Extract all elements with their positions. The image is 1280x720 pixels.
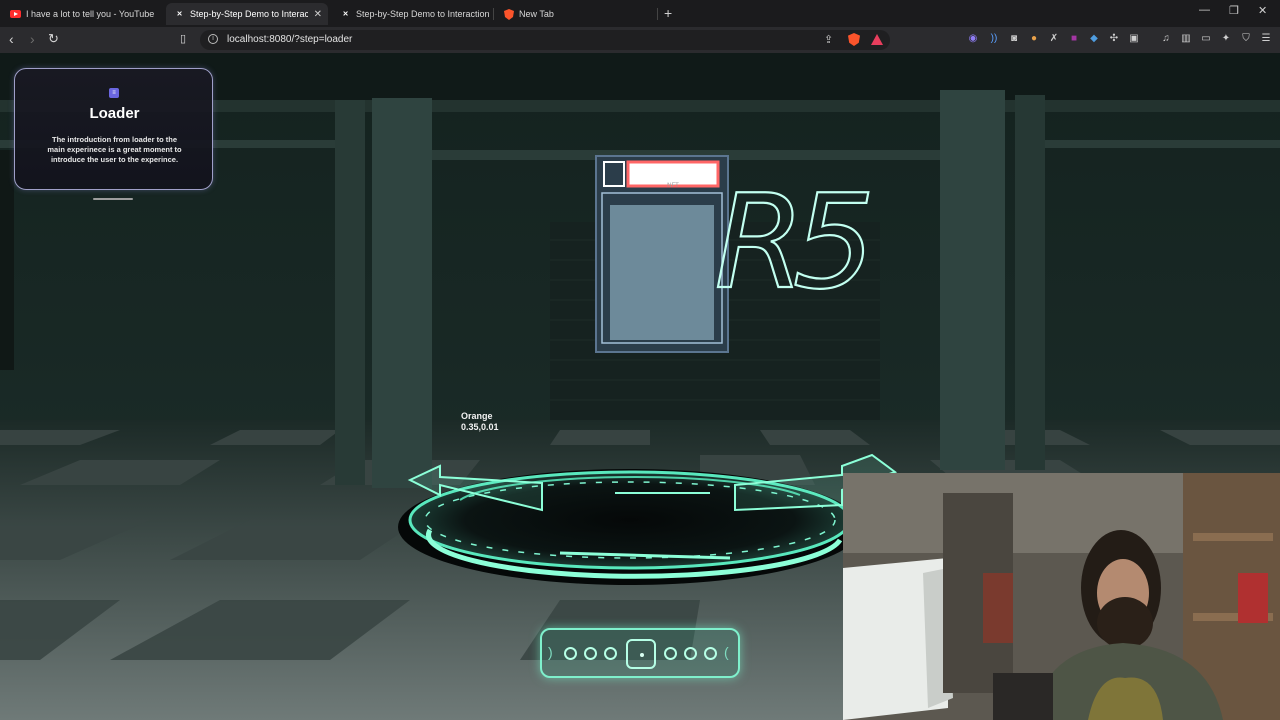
minimize-icon[interactable]: —: [1199, 4, 1210, 16]
extension-icon[interactable]: ■: [1068, 33, 1080, 45]
tab-new-tab[interactable]: New Tab: [495, 3, 655, 25]
step-description: The introduction from loader to the main…: [47, 135, 182, 164]
music-icon[interactable]: ♫: [1160, 33, 1172, 45]
step-current-marker[interactable]: [626, 639, 656, 669]
leo-ai-icon[interactable]: ✦: [1220, 33, 1232, 45]
webcam-overlay: [843, 473, 1280, 720]
tab-title: Step-by-Step Demo to Interaction in: [356, 9, 492, 19]
extension-icon[interactable]: ✗: [1048, 33, 1060, 45]
tab-title: New Tab: [519, 9, 554, 19]
step-dot[interactable]: [584, 647, 597, 660]
restore-icon[interactable]: ❐: [1229, 4, 1239, 17]
address-bar[interactable]: i localhost:8080/?step=loader ⇪: [200, 30, 890, 50]
step-prev-edge-icon[interactable]: ): [548, 645, 553, 659]
tab-separator: [493, 8, 494, 20]
bookmark-icon[interactable]: ▯: [180, 31, 186, 47]
step-dot[interactable]: [664, 647, 677, 660]
step-dot[interactable]: [604, 647, 617, 660]
extensions-puzzle-icon[interactable]: ✣: [1108, 33, 1120, 45]
sidebar-icon[interactable]: ▥: [1180, 33, 1192, 45]
step-dot[interactable]: [704, 647, 717, 660]
r5-neon-sign: R5: [714, 166, 868, 318]
site-info-icon[interactable]: i: [208, 34, 218, 44]
brave-shields-icon[interactable]: [848, 33, 860, 46]
card-indicator-bar: [93, 198, 133, 200]
step-title: Loader: [89, 105, 140, 122]
wallet-icon[interactable]: ▭: [1200, 33, 1212, 45]
object-label-value: 0.35,0.01: [461, 422, 499, 432]
object-label: Orange 0.35,0.01: [461, 411, 499, 433]
extension-icon[interactable]: ◆: [1088, 33, 1100, 45]
site-icon: ✕: [342, 11, 349, 18]
new-tab-plus-icon[interactable]: +: [664, 5, 672, 21]
youtube-icon: [10, 9, 21, 20]
brave-icon: [503, 8, 514, 20]
nft-label: NFT: [667, 183, 679, 189]
current-step-dot: [640, 653, 644, 657]
site-icon: ✕: [176, 11, 183, 18]
extension-icon[interactable]: ◉: [967, 33, 979, 45]
step-navigator[interactable]: ) (: [540, 628, 740, 678]
tab-step-demo[interactable]: ✕ Step-by-Step Demo to Interaction in: [332, 3, 492, 25]
tab-separator: [657, 8, 658, 20]
window-close-icon[interactable]: ✕: [1258, 4, 1267, 17]
step-dot[interactable]: [564, 647, 577, 660]
tab-step-demo-active[interactable]: ✕ Step-by-Step Demo to Interactio ✕: [166, 3, 328, 25]
object-label-name: Orange: [461, 411, 493, 421]
extension-icon[interactable]: ●: [1028, 33, 1040, 45]
webcam-feed-image: [843, 473, 1280, 720]
url-text[interactable]: localhost:8080/?step=loader: [227, 34, 352, 45]
extension-icon[interactable]: ▣: [1128, 33, 1140, 45]
vpn-shield-icon[interactable]: ⛉: [1240, 33, 1252, 45]
forward-icon[interactable]: ›: [30, 31, 35, 47]
brave-rewards-icon[interactable]: [871, 34, 883, 45]
extension-icon[interactable]: )): [988, 33, 1000, 45]
tab-youtube[interactable]: I have a lot to tell you - YouTube: [2, 3, 166, 25]
reload-icon[interactable]: ↻: [48, 31, 59, 47]
step-next-edge-icon[interactable]: (: [724, 645, 729, 659]
tab-bar: I have a lot to tell you - YouTube ✕ Ste…: [0, 0, 1280, 27]
step-info-card: ≡ Loader The introduction from loader to…: [14, 68, 213, 190]
tab-title: I have a lot to tell you - YouTube: [26, 9, 155, 19]
menu-icon[interactable]: ☰: [1260, 33, 1272, 45]
step-dot[interactable]: [684, 647, 697, 660]
camera-extension-icon[interactable]: ◙: [1008, 33, 1020, 45]
back-icon[interactable]: ‹: [9, 31, 14, 47]
share-icon[interactable]: ⇪: [824, 33, 833, 46]
close-tab-icon[interactable]: ✕: [314, 9, 322, 20]
step-badge-icon: ≡: [109, 88, 119, 98]
tab-title: Step-by-Step Demo to Interactio: [190, 9, 308, 19]
